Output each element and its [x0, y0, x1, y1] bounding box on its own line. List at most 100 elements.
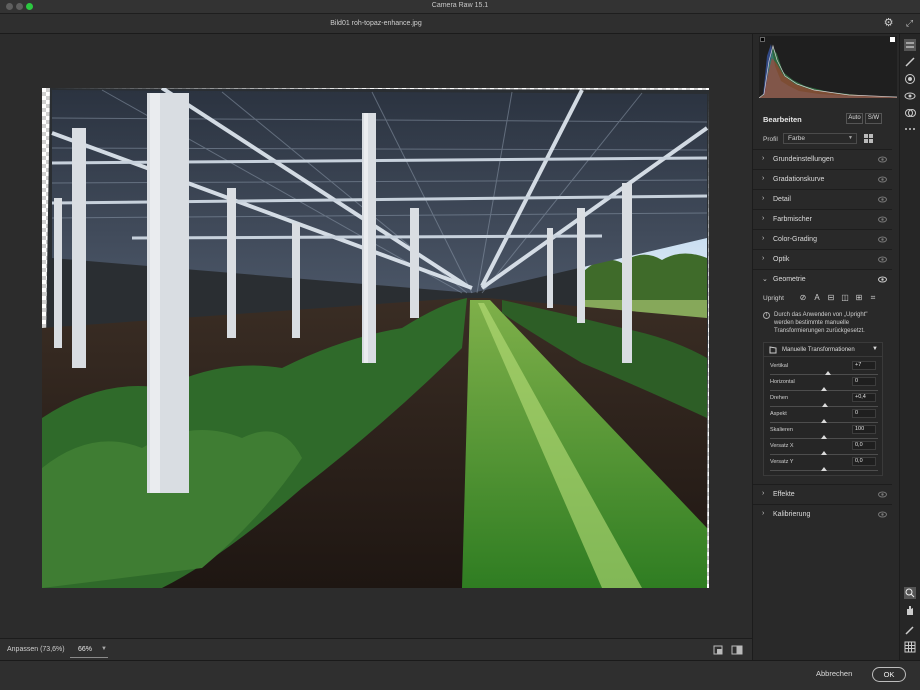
section-geometry[interactable]: ⌄ Geometrie — [753, 269, 892, 289]
zoom-tool-icon[interactable] — [904, 587, 916, 599]
shadow-clipping-indicator[interactable] — [760, 37, 765, 42]
eye-icon[interactable] — [878, 276, 887, 283]
eye-icon[interactable] — [878, 236, 887, 243]
upright-label: Upright — [763, 295, 784, 302]
toggle-view-icon[interactable] — [712, 644, 724, 656]
transform-icon — [769, 346, 777, 354]
slider-value-input[interactable]: +7 — [852, 361, 876, 370]
section-detail[interactable]: › Detail — [753, 189, 892, 209]
gear-icon[interactable]: ⚙ — [882, 17, 895, 30]
manual-transform-box: Manuelle Transformationen ▼ Vertikal +7 Ho… — [763, 342, 883, 476]
brush-icon[interactable] — [904, 56, 916, 68]
slider-label: Versatz Y — [770, 459, 794, 465]
profile-browser-icon[interactable] — [864, 134, 873, 143]
section-tone-curve[interactable]: › Gradationskurve — [753, 169, 892, 189]
masking-icon[interactable] — [904, 73, 916, 85]
app-title: Camera Raw 15.1 — [431, 2, 489, 9]
section-optics[interactable]: › Optik — [753, 249, 892, 269]
highlight-clipping-indicator[interactable] — [890, 37, 895, 42]
before-after-icon[interactable] — [731, 644, 743, 656]
hand-tool-icon[interactable] — [904, 604, 916, 616]
triangle-down-icon: ▼ — [872, 346, 878, 352]
section-basic[interactable]: › Grundeinstellungen — [753, 149, 892, 169]
chevron-right-icon: › — [762, 490, 765, 497]
info-icon: i — [763, 312, 770, 319]
slider-value-input[interactable]: +0,4 — [852, 393, 876, 402]
slider-value-input[interactable]: 0,0 — [852, 457, 876, 466]
grid-overlay-icon[interactable] — [904, 641, 916, 653]
chevron-right-icon: › — [762, 510, 765, 517]
slider-value-input[interactable]: 0,0 — [852, 441, 876, 450]
eye-icon[interactable] — [878, 216, 887, 223]
section-label: Detail — [773, 196, 791, 203]
upright-auto-icon[interactable]: A — [811, 292, 823, 304]
chevron-down-icon[interactable]: ▼ — [101, 646, 107, 652]
upright-info-text: Durch das Anwenden von „Upright" werden … — [774, 312, 868, 334]
slider-thumb[interactable] — [824, 371, 831, 375]
auto-button[interactable]: Auto — [846, 113, 863, 124]
section-color-grading[interactable]: › Color-Grading — [753, 229, 892, 249]
chevron-right-icon: › — [762, 155, 765, 162]
eye-icon[interactable] — [878, 176, 887, 183]
upright-off-icon[interactable]: ⊘ — [797, 292, 809, 304]
profile-select[interactable]: Farbe ▼ — [783, 133, 857, 144]
chevron-right-icon: › — [762, 195, 765, 202]
tool-strip — [899, 34, 920, 660]
upright-level-icon[interactable]: ⊟ — [825, 292, 837, 304]
upright-guided-icon[interactable]: ⌗ — [867, 292, 879, 304]
expand-icon[interactable]: ⤢ — [903, 17, 916, 30]
eye-icon[interactable] — [878, 511, 887, 518]
profile-value: Farbe — [788, 135, 805, 142]
dialog-footer: Abbrechen OK — [0, 660, 920, 690]
zoom-fit-label[interactable]: Anpassen (73,6%) — [7, 646, 65, 653]
chevron-right-icon: › — [762, 235, 765, 242]
slider-thumb[interactable] — [821, 435, 827, 439]
slider-thumb[interactable] — [821, 467, 827, 471]
section-label: Kalibrierung — [773, 511, 811, 518]
section-color-mixer[interactable]: › Farbmischer — [753, 209, 892, 229]
title-bar: Camera Raw 15.1 — [0, 0, 920, 14]
slider-thumb[interactable] — [821, 451, 827, 455]
red-eye-icon[interactable] — [904, 90, 916, 102]
chevron-right-icon: › — [762, 215, 765, 222]
histogram — [758, 36, 898, 99]
section-calibration[interactable]: › Kalibrierung — [753, 504, 892, 524]
eye-icon[interactable] — [878, 156, 887, 163]
presets-icon[interactable] — [904, 107, 916, 119]
photo-preview[interactable] — [42, 88, 709, 588]
slider-label: Aspekt — [770, 411, 787, 417]
slider-label: Drehen — [770, 395, 789, 401]
more-icon[interactable] — [904, 123, 916, 135]
manual-transform-title: Manuelle Transformationen — [782, 347, 855, 353]
cancel-button[interactable]: Abbrechen — [816, 669, 852, 678]
slider-value-input[interactable]: 100 — [852, 425, 876, 434]
section-label: Grundeinstellungen — [773, 156, 834, 163]
slider-value-input[interactable]: 0 — [852, 409, 876, 418]
image-canvas[interactable] — [0, 34, 752, 638]
section-label: Gradationskurve — [773, 176, 825, 183]
ok-button[interactable]: OK — [872, 667, 906, 682]
upright-full-icon[interactable]: ⊞ — [853, 292, 865, 304]
slider-label: Horizontal — [770, 379, 795, 385]
slider-label: Skalieren — [770, 427, 793, 433]
slider-label: Vertikal — [770, 363, 789, 369]
file-bar: Bild01 roh-topaz-enhance.jpg ⚙ ⤢ — [0, 14, 920, 34]
panel-title: Bearbeiten — [763, 115, 802, 124]
chevron-down-icon: ⌄ — [762, 276, 768, 283]
slider-thumb[interactable] — [821, 403, 828, 407]
file-name: Bild01 roh-topaz-enhance.jpg — [330, 20, 422, 27]
slider-value-input[interactable]: 0 — [852, 377, 876, 386]
eye-icon[interactable] — [878, 491, 887, 498]
edit-panel: Bearbeiten Auto S/W Profil Farbe ▼ › Gru… — [752, 34, 899, 660]
eye-icon[interactable] — [878, 196, 887, 203]
section-effects[interactable]: › Effekte — [753, 484, 892, 504]
slider-thumb[interactable] — [821, 419, 827, 423]
eyedropper-icon[interactable] — [904, 624, 916, 636]
upright-vertical-icon[interactable]: ◫ — [839, 292, 851, 304]
histogram-graph — [758, 44, 898, 99]
slider-thumb[interactable] — [821, 387, 827, 391]
manual-transform-header[interactable]: Manuelle Transformationen ▼ — [764, 343, 882, 357]
eye-icon[interactable] — [878, 256, 887, 263]
edit-sliders-icon[interactable] — [904, 39, 916, 51]
bw-button[interactable]: S/W — [865, 113, 882, 124]
